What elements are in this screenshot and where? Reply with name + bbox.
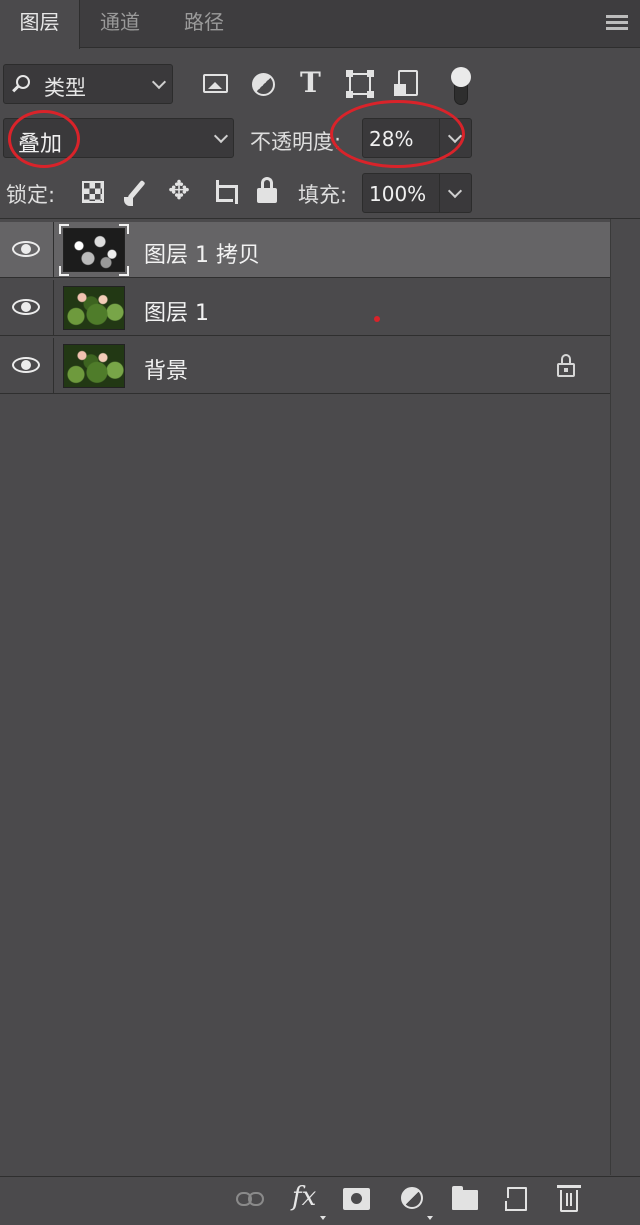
fill-value: 100% [369,182,427,206]
image-filter-icon[interactable] [203,74,228,93]
opacity-label: 不透明度: [250,130,342,154]
lock-all-icon[interactable] [257,177,277,204]
layer-row[interactable]: 背景 [0,338,610,394]
tab-paths[interactable]: 路径 [164,0,244,48]
link-layers-icon[interactable] [236,1192,266,1206]
layer-style-button[interactable]: fx [292,1182,316,1212]
dropdown-indicator-icon [427,1216,433,1220]
layer-thumbnail[interactable] [63,344,125,388]
lock-label: 锁定: [6,183,56,207]
tab-channels[interactable]: 通道 [80,0,160,48]
new-adjustment-icon[interactable] [401,1187,423,1209]
layers-divider [0,218,640,219]
lock-position-icon[interactable]: ✥ [166,178,192,204]
filter-kind-select[interactable]: 类型 [3,64,173,104]
scrollbar-track[interactable] [610,219,640,1175]
layer-name[interactable]: 图层 1 拷贝 [144,237,260,269]
thumbnail-selection-frame [59,224,129,276]
lock-transparent-pixels-icon[interactable] [82,181,104,203]
lock-artboard-icon[interactable] [211,180,238,206]
layer-name[interactable]: 图层 1 [144,295,209,327]
chevron-down-icon[interactable] [447,183,463,199]
dropdown-indicator-icon [320,1216,326,1220]
shape-filter-icon[interactable] [346,70,374,98]
filter-toggle[interactable] [451,67,471,105]
visibility-toggle[interactable] [0,338,54,394]
visibility-toggle[interactable] [0,280,54,336]
type-filter-icon[interactable]: T [300,66,328,99]
cursor-marker [374,316,380,322]
opacity-field[interactable]: 28% [362,118,472,158]
layer-name[interactable]: 背景 [144,353,188,385]
visibility-toggle[interactable] [0,222,54,278]
opacity-value: 28% [369,127,414,151]
search-icon [16,75,30,89]
adjustment-filter-icon[interactable] [252,73,275,96]
smart-object-filter-icon[interactable] [394,70,418,96]
add-mask-icon[interactable] [343,1188,370,1210]
tab-layers[interactable]: 图层 [0,0,80,49]
chevron-down-icon[interactable] [447,128,463,144]
eye-icon[interactable] [12,296,40,318]
chevron-down-icon [213,128,229,144]
panel-menu-icon[interactable] [606,15,628,31]
layer-thumbnail[interactable] [63,286,125,330]
layer-row[interactable]: 图层 1 [0,280,610,336]
filter-kind-label: 类型 [44,76,86,100]
fill-label: 填充: [298,183,348,207]
eye-icon[interactable] [12,238,40,260]
layer-row[interactable]: 图层 1 拷贝 [0,222,610,278]
eye-icon[interactable] [12,354,40,376]
fill-field[interactable]: 100% [362,173,472,213]
blend-mode-select[interactable]: 叠加 [3,118,234,158]
delete-layer-icon[interactable] [557,1185,581,1212]
layer-locked-icon[interactable] [557,354,575,377]
chevron-down-icon [151,74,167,90]
blend-mode-value: 叠加 [18,132,63,157]
lock-image-pixels-icon[interactable] [124,180,150,206]
new-group-icon[interactable] [452,1186,478,1210]
new-layer-icon[interactable] [502,1187,527,1211]
